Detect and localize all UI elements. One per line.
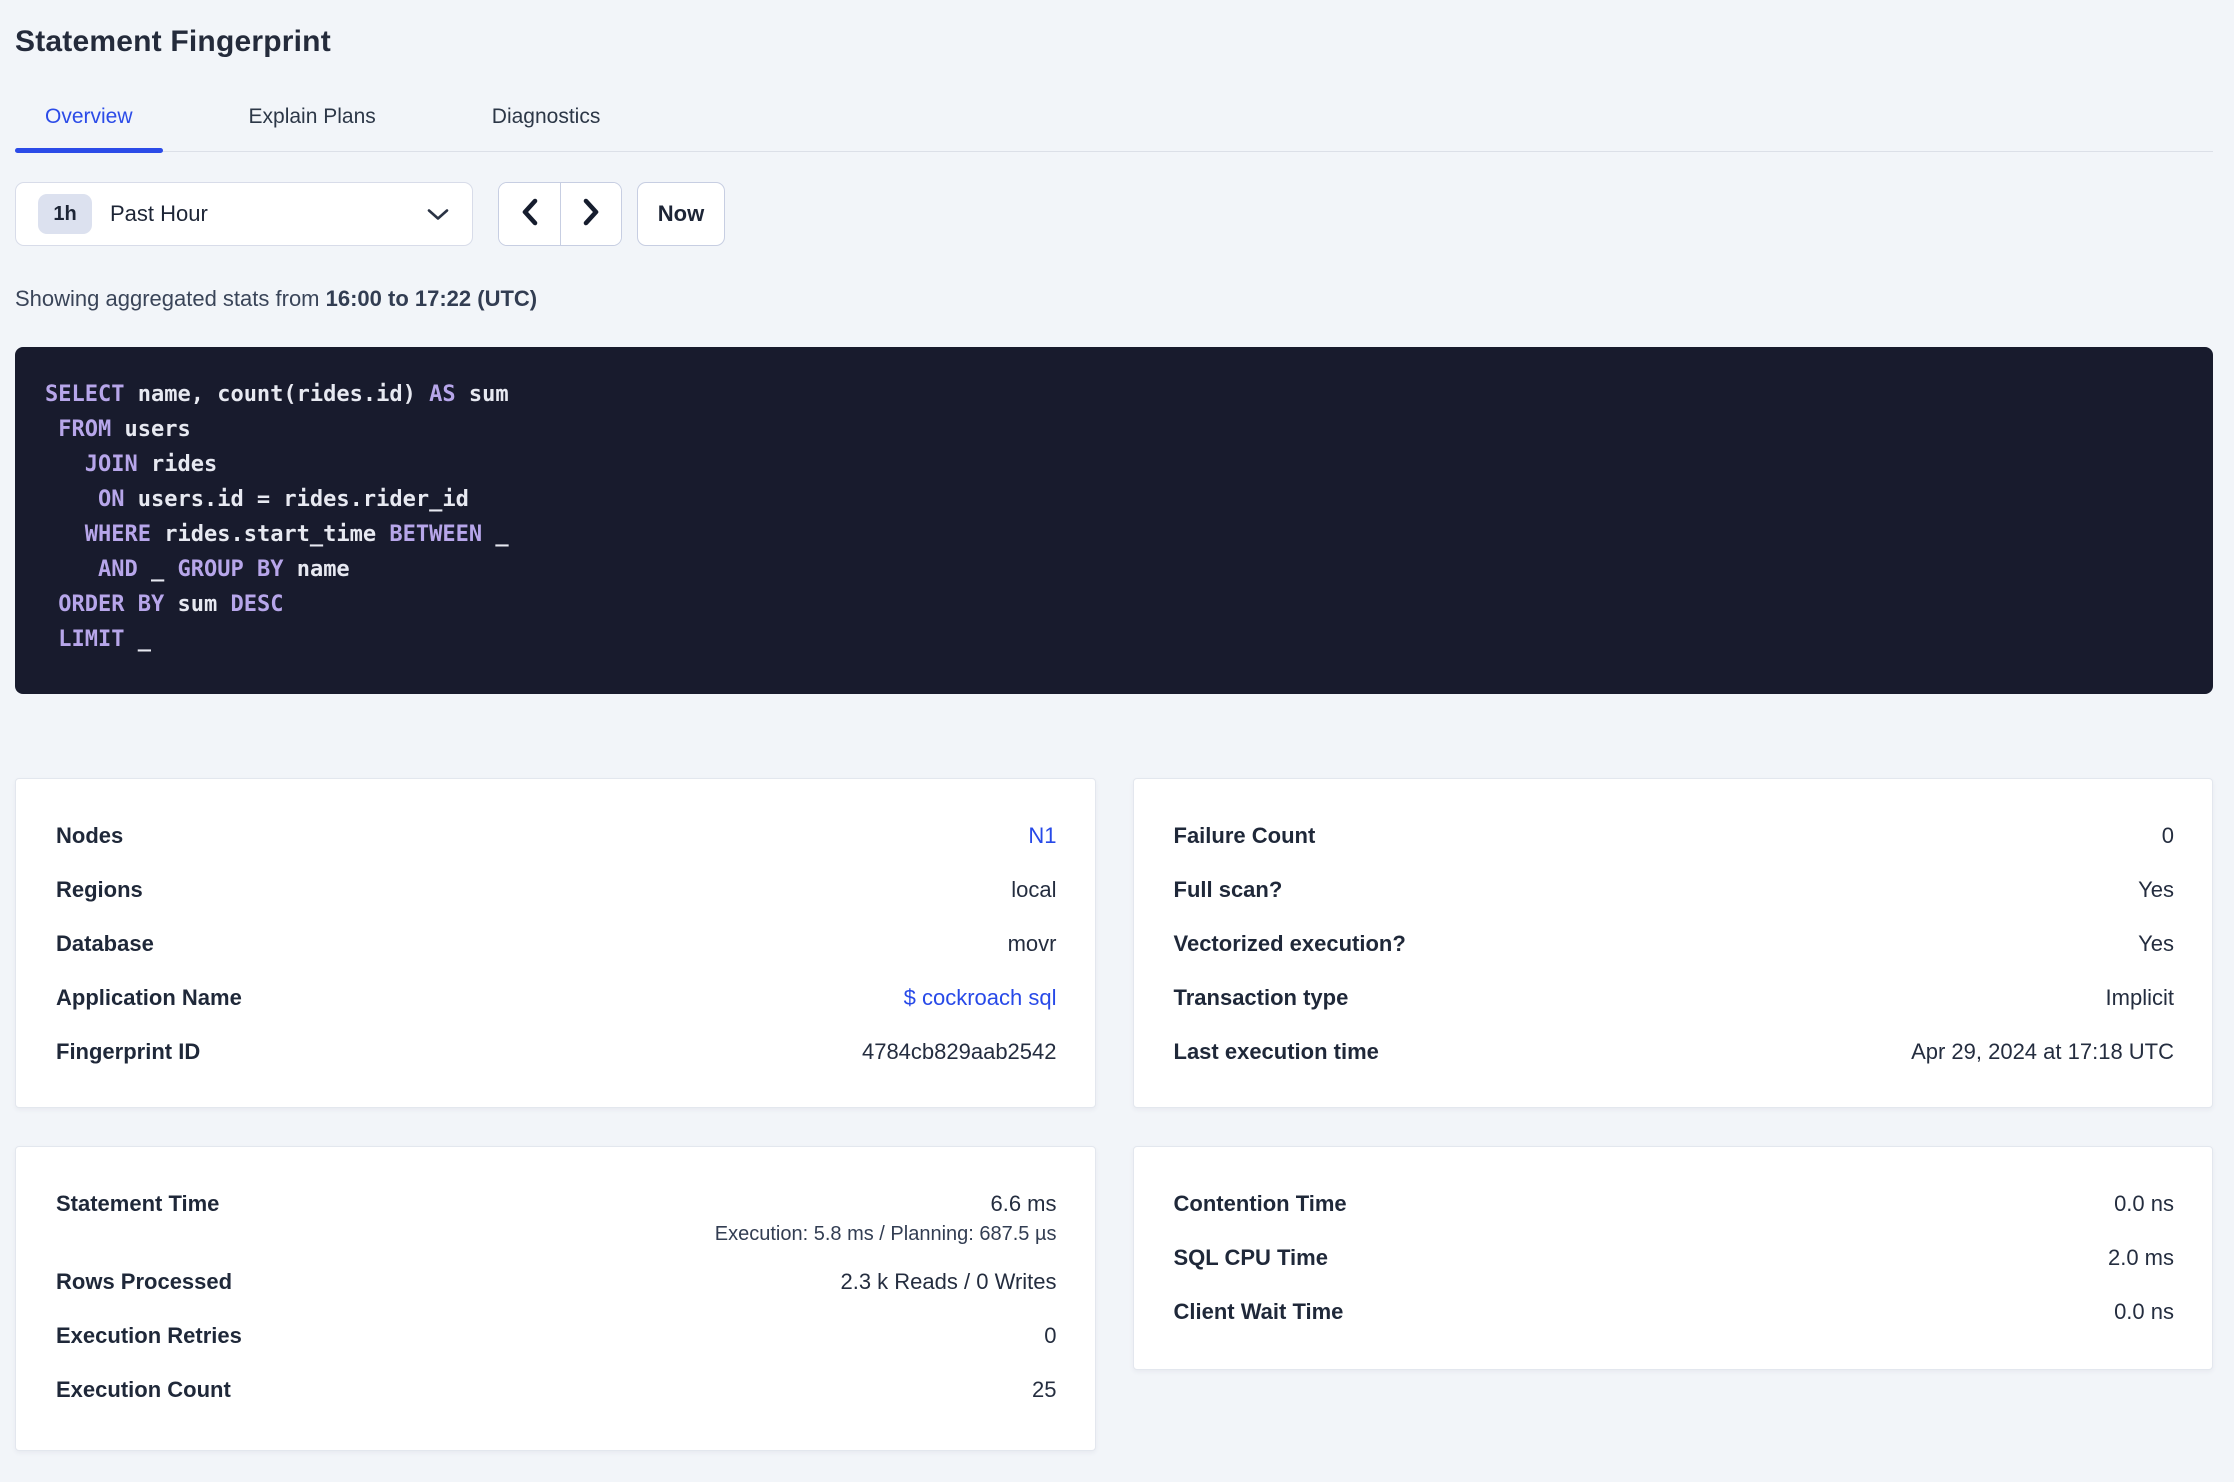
chevron-down-icon (426, 207, 450, 222)
detail-row: Database movr (56, 929, 1057, 959)
detail-row: Execution Retries 0 (56, 1321, 1057, 1351)
row-label: Database (56, 931, 154, 956)
application-name-link[interactable]: $ cockroach sql (904, 985, 1057, 1010)
row-value: 4784cb829aab2542 (861, 1039, 1057, 1064)
row-label: Fingerprint ID (56, 1039, 201, 1064)
tab-diagnostics[interactable]: Diagnostics (462, 105, 631, 151)
detail-row: Client Wait Time 0.0 ns (1174, 1297, 2175, 1327)
row-value: 2.0 ms (2107, 1245, 2174, 1270)
detail-row: Fingerprint ID 4784cb829aab2542 (56, 1037, 1057, 1067)
row-value: local (1011, 877, 1057, 902)
row-label: SQL CPU Time (1173, 1245, 1328, 1270)
detail-row: Full scan? Yes (1174, 875, 2175, 905)
row-label: Failure Count (1173, 823, 1316, 848)
row-value: 0.0 ns (2114, 1299, 2174, 1324)
row-label: Nodes (56, 823, 124, 848)
sql-statement: SELECT name, count(rides.id) AS sum FROM… (45, 382, 509, 652)
row-label: Client Wait Time (1173, 1299, 1344, 1324)
row-value: Yes (2138, 877, 2174, 902)
row-label: Transaction type (1173, 985, 1349, 1010)
now-button[interactable]: Now (637, 182, 725, 246)
detail-row: Execution Count 25 (56, 1375, 1057, 1405)
time-range-label: Past Hour (110, 201, 208, 226)
aggregated-stats-range: 16:00 to 17:22 (UTC) (325, 286, 538, 311)
time-step-buttons (498, 182, 622, 246)
detail-row: SQL CPU Time 2.0 ms (1174, 1243, 2175, 1273)
row-value: 0 (2161, 823, 2174, 848)
statement-time-value: 6.6 ms (990, 1191, 1057, 1216)
previous-interval-button[interactable] (499, 183, 560, 245)
node-link[interactable]: N1 (1028, 823, 1056, 848)
details-cards-row: Nodes N1 Regions local Database movr App… (15, 778, 2213, 1108)
row-label: Execution Retries (56, 1323, 242, 1348)
time-controls: 1h Past Hour Now (15, 182, 2213, 246)
row-value: Yes (2138, 931, 2174, 956)
detail-row: Rows Processed 2.3 k Reads / 0 Writes (56, 1267, 1057, 1297)
row-value: movr (1007, 931, 1057, 956)
detail-row: Failure Count 0 (1174, 821, 2175, 851)
statement-details-card: Nodes N1 Regions local Database movr App… (15, 778, 1096, 1108)
detail-row: Nodes N1 (56, 821, 1057, 851)
row-label: Contention Time (1173, 1191, 1347, 1216)
page-title: Statement Fingerprint (15, 25, 331, 58)
row-value: 0.0 ns (2114, 1191, 2174, 1216)
execution-attributes-card: Failure Count 0 Full scan? Yes Vectorize… (1132, 778, 2213, 1108)
chevron-right-icon (579, 196, 603, 233)
row-label: Application Name (56, 985, 242, 1010)
row-value: Apr 29, 2024 at 17:18 UTC (1911, 1039, 2174, 1064)
detail-row: Vectorized execution? Yes (1174, 929, 2175, 959)
tab-explain-plans[interactable]: Explain Plans (219, 105, 406, 151)
tab-bar: Overview Explain Plans Diagnostics (15, 105, 2213, 153)
detail-row: Contention Time 0.0 ns (1174, 1189, 2175, 1219)
wait-times-card: Contention Time 0.0 ns SQL CPU Time 2.0 … (1132, 1146, 2213, 1370)
row-value: Implicit (2105, 985, 2174, 1010)
chevron-left-icon (518, 196, 542, 233)
aggregated-stats-prefix: Showing aggregated stats from (15, 286, 326, 311)
row-value: 0 (1044, 1323, 1057, 1348)
time-range-dropdown[interactable]: 1h Past Hour (15, 182, 473, 246)
row-value: 6.6 ms Execution: 5.8 ms / Planning: 687… (715, 1189, 1057, 1250)
row-label: Full scan? (1173, 877, 1283, 902)
statement-time-breakdown: Execution: 5.8 ms / Planning: 687.5 µs (714, 1223, 1057, 1245)
timing-cards-row: Statement Time 6.6 ms Execution: 5.8 ms … (15, 1146, 2213, 1451)
detail-row: Transaction type Implicit (1174, 983, 2175, 1013)
sql-statement-box: SELECT name, count(rides.id) AS sum FROM… (15, 347, 2213, 694)
next-interval-button[interactable] (560, 183, 621, 245)
statement-times-card: Statement Time 6.6 ms Execution: 5.8 ms … (15, 1146, 1096, 1451)
detail-row: Regions local (56, 875, 1057, 905)
aggregated-stats-caption: Showing aggregated stats from 16:00 to 1… (15, 286, 2213, 312)
tab-overview[interactable]: Overview (15, 105, 163, 153)
statement-fingerprint-page: Statement Fingerprint Overview Explain P… (0, 24, 2234, 1451)
detail-row: Last execution time Apr 29, 2024 at 17:1… (1174, 1037, 2175, 1067)
row-label: Execution Count (56, 1377, 231, 1402)
row-label: Regions (56, 877, 143, 902)
row-value: 25 (1032, 1377, 1057, 1402)
row-label: Vectorized execution? (1173, 931, 1406, 956)
detail-row: Statement Time 6.6 ms Execution: 5.8 ms … (56, 1189, 1057, 1250)
row-label: Last execution time (1173, 1039, 1379, 1064)
row-value: 2.3 k Reads / 0 Writes (840, 1269, 1057, 1294)
row-label: Statement Time (56, 1191, 220, 1216)
row-label: Rows Processed (56, 1269, 233, 1294)
detail-row: Application Name $ cockroach sql (56, 983, 1057, 1013)
time-range-badge: 1h (38, 194, 92, 234)
